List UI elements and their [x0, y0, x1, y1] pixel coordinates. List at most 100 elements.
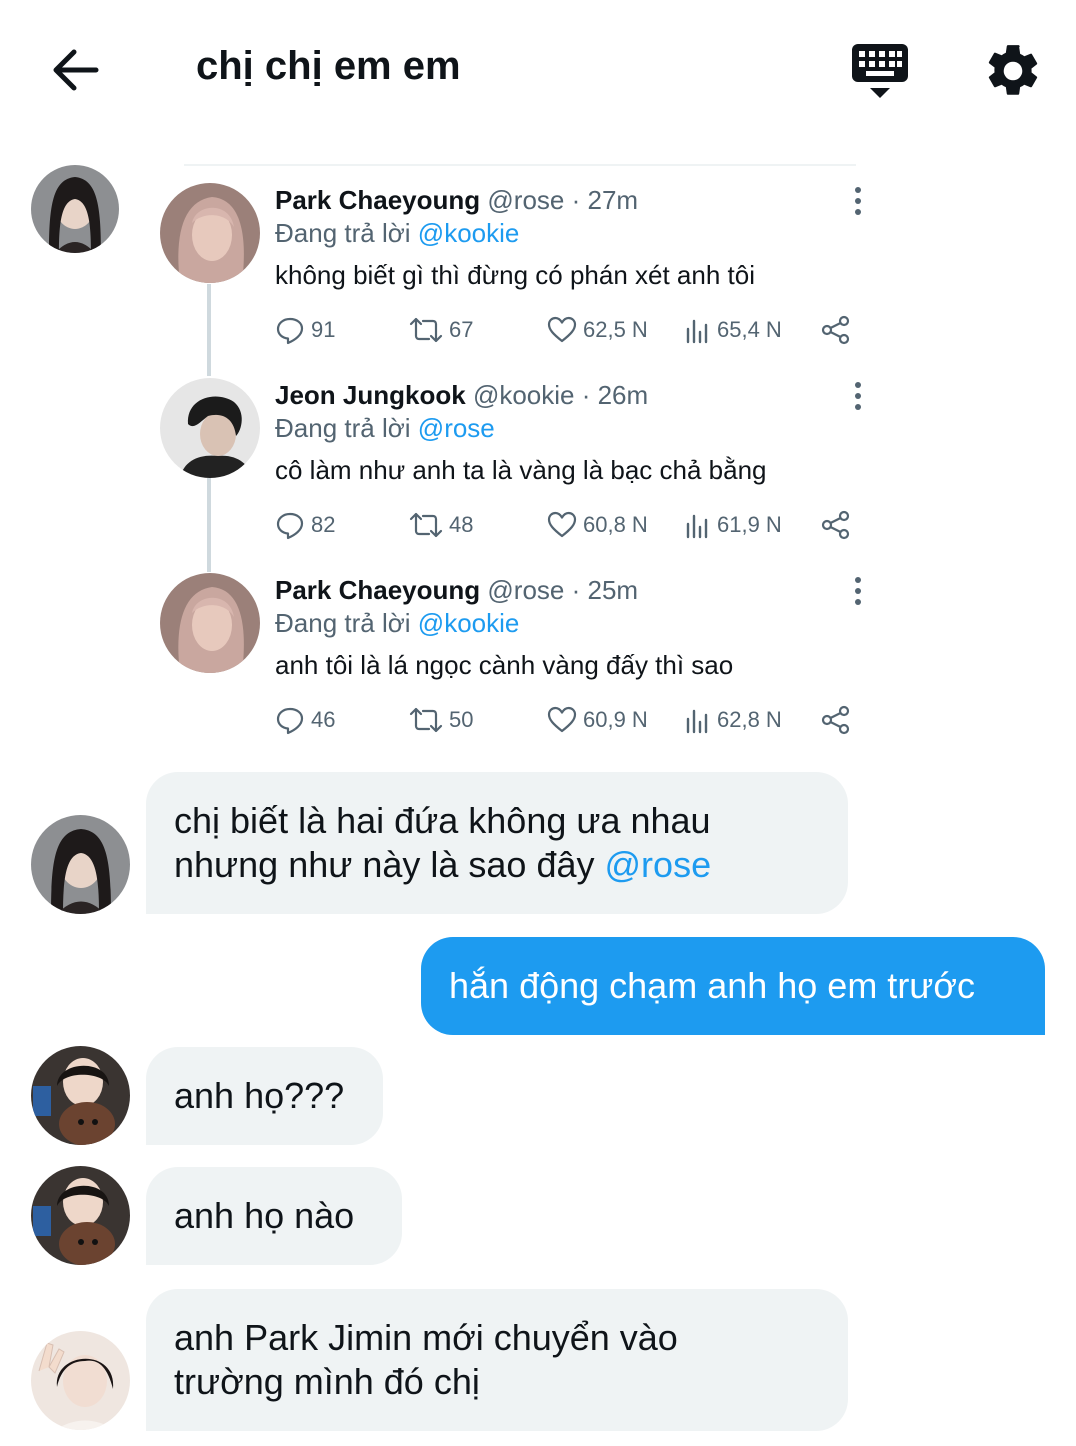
tweet-avatar[interactable]	[160, 183, 260, 283]
retweet-button[interactable]: 50	[409, 703, 473, 737]
reply-prefix: Đang trả lời	[275, 413, 411, 443]
view-count: 61,9 N	[717, 512, 782, 537]
reply-context: Đang trả lời @kookie	[275, 608, 519, 639]
retweet-button[interactable]: 67	[409, 313, 473, 347]
message-bubble-incoming[interactable]: anh Park Jimin mới chuyển vào trường mìn…	[146, 1289, 848, 1431]
reply-context: Đang trả lời @rose	[275, 413, 495, 444]
heart-icon	[547, 511, 577, 538]
reply-count: 82	[311, 512, 336, 537]
gear-icon	[988, 45, 1038, 95]
message-text: nhưng như này là sao đây	[174, 844, 595, 885]
message-bubble-incoming[interactable]: anh họ nào	[146, 1167, 402, 1265]
tweet-text: cô làm như anh ta là vàng là bạc chả bằn…	[275, 455, 767, 485]
reply-icon	[276, 512, 304, 540]
reply-prefix: Đang trả lời	[275, 608, 411, 638]
view-count: 65,4 N	[717, 317, 782, 342]
views-button[interactable]: 61,9 N	[685, 508, 782, 542]
tweet-handle-time: @kookie · 26m	[472, 380, 649, 410]
reply-mention-link[interactable]: @kookie	[418, 218, 520, 248]
reply-button[interactable]: 46	[275, 703, 335, 737]
reply-count: 91	[311, 317, 336, 342]
heart-icon	[547, 316, 577, 343]
retweet-count: 50	[449, 707, 474, 732]
tweet-avatar[interactable]	[160, 573, 260, 673]
retweet-count: 48	[449, 512, 474, 537]
tweet-handle-time: @rose · 25m	[487, 575, 639, 605]
message-text: anh họ nào	[174, 1195, 355, 1236]
reply-mention-link[interactable]: @rose	[418, 413, 495, 443]
share-button[interactable]	[820, 508, 858, 542]
retweet-button[interactable]: 48	[409, 508, 473, 542]
message-bubble-outgoing[interactable]: hắn động chạm anh họ em trước	[421, 937, 1045, 1035]
like-count: 60,8 N	[583, 512, 648, 537]
more-vertical-icon	[855, 577, 861, 605]
tweet-text: anh tôi là lá ngọc cành vàng đấy thì sao	[275, 650, 734, 680]
sender-avatar[interactable]	[31, 815, 130, 914]
message-bubble-incoming[interactable]: chị biết là hai đứa không ưa nhau nhưng …	[146, 772, 848, 914]
message-bubble-incoming[interactable]: anh họ???	[146, 1047, 383, 1145]
sender-avatar[interactable]	[31, 1166, 130, 1265]
like-count: 62,5 N	[583, 317, 648, 342]
tweet-handle-time: @rose · 27m	[487, 185, 639, 215]
heart-icon	[547, 706, 577, 733]
back-button[interactable]	[48, 44, 104, 96]
tweet-actions: 82 48 60,8 N 61,9 N	[275, 508, 865, 542]
reply-mention-link[interactable]: @kookie	[418, 608, 520, 638]
reply-icon	[276, 707, 304, 735]
tweet-avatar[interactable]	[160, 378, 260, 478]
sender-avatar[interactable]	[31, 1046, 130, 1145]
keyboard-button[interactable]	[848, 40, 912, 104]
tweet-author-name[interactable]: Jeon Jungkook	[275, 380, 466, 410]
share-button[interactable]	[820, 703, 858, 737]
more-options-button[interactable]	[848, 185, 868, 219]
like-button[interactable]: 62,5 N	[547, 313, 648, 347]
message-text: chị biết là hai đứa không ưa nhau	[174, 800, 711, 841]
retweet-count: 67	[449, 317, 474, 342]
retweet-icon	[409, 317, 443, 343]
keyboard-icon	[852, 44, 908, 98]
reply-count: 46	[311, 707, 336, 732]
like-button[interactable]: 60,9 N	[547, 703, 648, 737]
analytics-icon	[686, 514, 708, 539]
message-text: hắn động chạm anh họ em trước	[449, 965, 976, 1006]
more-options-button[interactable]	[848, 380, 868, 414]
retweet-icon	[409, 512, 443, 538]
analytics-icon	[686, 709, 708, 734]
tweet-text: không biết gì thì đừng có phán xét anh t…	[275, 260, 755, 290]
conversation-title: chị chị em em	[196, 44, 461, 88]
message-text: anh Park Jimin mới chuyển vào	[174, 1317, 678, 1358]
reply-button[interactable]: 91	[275, 313, 335, 347]
share-icon	[821, 315, 850, 345]
arrow-left-icon	[53, 49, 99, 91]
reply-icon	[276, 317, 304, 345]
tweet-actions: 91 67 62,5 N 65,4 N	[275, 313, 865, 347]
share-button[interactable]	[820, 313, 858, 347]
reply-prefix: Đang trả lời	[275, 218, 411, 248]
view-count: 62,8 N	[717, 707, 782, 732]
retweet-icon	[409, 707, 443, 733]
thread-tweet[interactable]: Park Chaeyoung @rose · 25m Đang trả lời …	[160, 555, 861, 741]
analytics-icon	[686, 319, 708, 344]
share-icon	[821, 510, 850, 540]
conversation-header: chị chị em em	[0, 0, 1076, 140]
reply-button[interactable]: 82	[275, 508, 335, 542]
sender-avatar[interactable]	[31, 1331, 130, 1430]
share-icon	[821, 705, 850, 735]
more-vertical-icon	[855, 382, 861, 410]
sender-avatar[interactable]	[31, 165, 119, 253]
mention-link[interactable]: @rose	[605, 844, 712, 885]
tweet-author-name[interactable]: Park Chaeyoung	[275, 185, 480, 215]
tweet-author-name[interactable]: Park Chaeyoung	[275, 575, 480, 605]
views-button[interactable]: 65,4 N	[685, 313, 782, 347]
like-button[interactable]: 60,8 N	[547, 508, 648, 542]
message-text: anh họ???	[174, 1075, 345, 1116]
more-options-button[interactable]	[848, 575, 868, 609]
thread-tweet[interactable]: Park Chaeyoung @rose · 27m Đang trả lời …	[160, 165, 861, 351]
reply-context: Đang trả lời @kookie	[275, 218, 519, 249]
tweet-actions: 46 50 60,9 N 62,8 N	[275, 703, 865, 737]
views-button[interactable]: 62,8 N	[685, 703, 782, 737]
message-text: trường mình đó chị	[174, 1361, 480, 1402]
thread-tweet[interactable]: Jeon Jungkook @kookie · 26m Đang trả lời…	[160, 360, 861, 546]
settings-button[interactable]	[982, 40, 1044, 102]
more-vertical-icon	[855, 187, 861, 215]
